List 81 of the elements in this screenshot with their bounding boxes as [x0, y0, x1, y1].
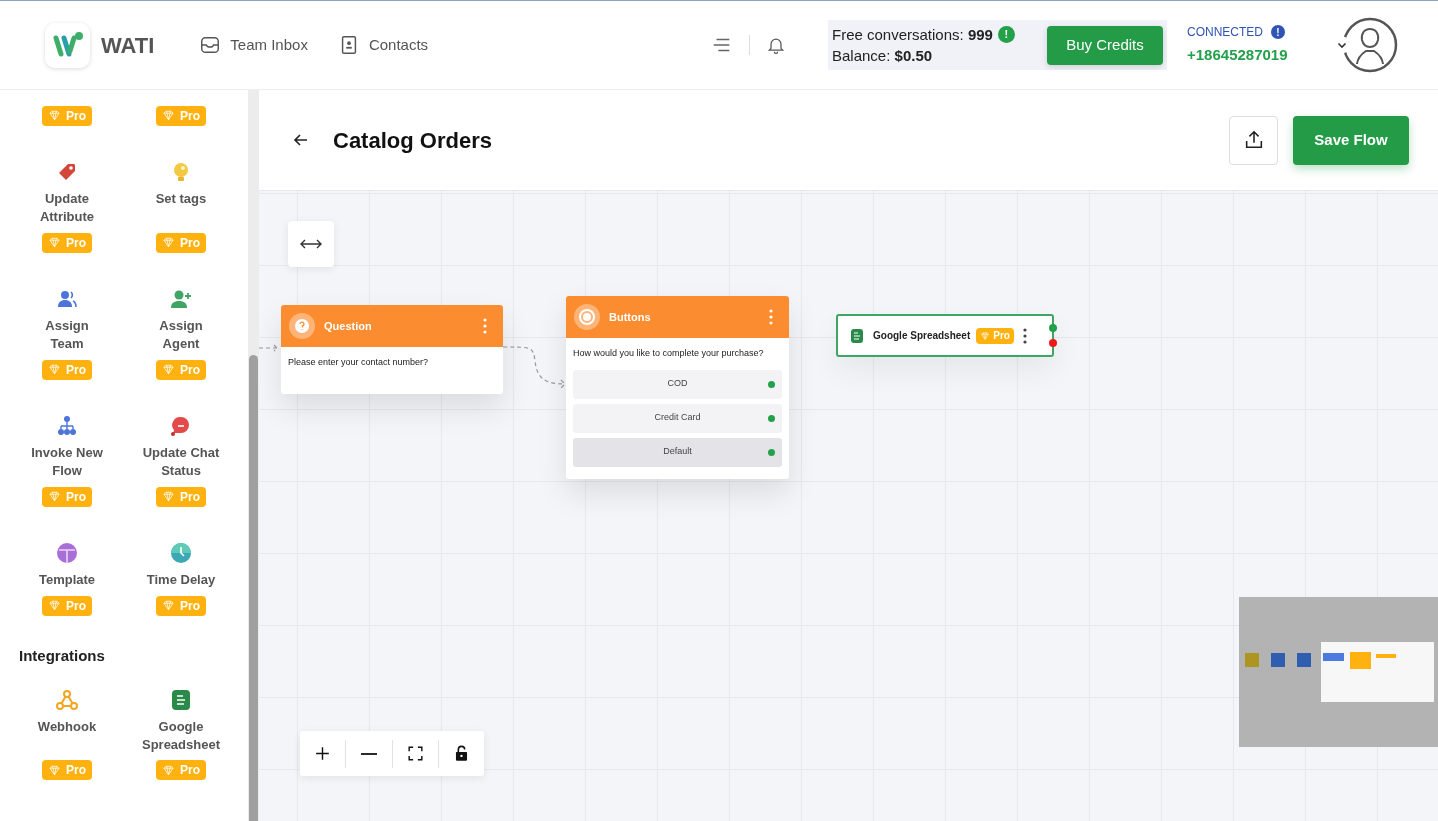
- zoom-out-icon: [360, 752, 377, 755]
- item-label: Update Chat Status: [141, 444, 221, 480]
- pro-label: Pro: [66, 597, 86, 615]
- diamond-icon: [48, 363, 61, 376]
- diamond-icon: [48, 109, 61, 122]
- diamond-icon: [980, 330, 991, 341]
- expand-button[interactable]: [288, 221, 334, 267]
- diamond-icon: [48, 236, 61, 249]
- buy-credits-button[interactable]: Buy Credits: [1047, 25, 1163, 65]
- item-label: Template: [37, 571, 97, 589]
- node-title: Buttons: [609, 309, 651, 325]
- horizontal-arrows-icon: [299, 237, 323, 251]
- nav-link[interactable]: Team Inbox: [199, 33, 308, 57]
- diamond-icon: [162, 363, 175, 376]
- pro-label: Pro: [180, 234, 200, 252]
- item-label: Invoke New Flow: [30, 444, 104, 480]
- item-label: Update Attribute: [38, 190, 96, 226]
- diamond-icon: [48, 599, 61, 612]
- section-heading: Integrations: [18, 646, 106, 666]
- save-flow-button[interactable]: Save Flow: [1293, 115, 1409, 165]
- pro-label: Pro: [180, 762, 200, 779]
- option-button[interactable]: Default: [573, 437, 782, 467]
- option-button[interactable]: Credit Card: [573, 403, 782, 433]
- pro-label: Pro: [180, 597, 200, 615]
- phone-number: +18645287019: [1187, 45, 1289, 66]
- spreadsheet-icon: [850, 327, 864, 344]
- avatar-icon[interactable]: [1342, 17, 1398, 73]
- diamond-icon: [162, 236, 175, 249]
- diamond-icon: [162, 763, 175, 777]
- node-text: How would you like to complete your purchase?: [573, 347, 765, 360]
- logo-text: WATI: [101, 31, 155, 60]
- pro-label: Pro: [66, 361, 86, 379]
- scrollbar-thumb[interactable]: [249, 355, 258, 821]
- info-badge: !: [1271, 25, 1285, 40]
- kebab-menu-icon[interactable]: [1022, 327, 1027, 344]
- flow-node[interactable]: Buttons How would you like to complete your purchase? COD Credit Card Default: [566, 296, 789, 479]
- flow-node[interactable]: Google Spreadsheet Pro: [836, 314, 1054, 357]
- pro-label: Pro: [66, 234, 86, 252]
- pro-label: Pro: [180, 361, 200, 379]
- option-label: Default: [663, 445, 692, 459]
- clock-icon[interactable]: [169, 541, 193, 565]
- diamond-icon: [162, 109, 175, 122]
- node-title: Google Spreadsheet: [873, 329, 971, 343]
- alert-badge: !: [997, 26, 1015, 43]
- question-icon: [289, 313, 315, 339]
- item-label: Set tags: [154, 190, 208, 208]
- item-label: Time Delay: [145, 571, 217, 589]
- pro-label: Pro: [180, 488, 200, 506]
- pro-label: Pro: [66, 488, 86, 506]
- option-button[interactable]: COD: [573, 369, 782, 399]
- pro-label: Pro: [66, 107, 86, 125]
- balance-text: Balance: $0.50: [832, 46, 934, 66]
- diamond-icon: [162, 599, 175, 612]
- logo-icon: [45, 22, 90, 68]
- fullscreen-icon: [405, 744, 425, 763]
- flow-node[interactable]: Question Please enter your contact number?: [281, 305, 503, 394]
- nav-link[interactable]: Contacts: [337, 33, 429, 57]
- spreadsheet-icon[interactable]: [169, 687, 193, 712]
- item-label: Assign Team: [44, 317, 90, 353]
- node-title: Question: [324, 318, 372, 334]
- node-text: Please enter your contact number?: [288, 356, 430, 369]
- hierarchy-icon[interactable]: [55, 414, 79, 438]
- item-label: Google Spreadsheet: [141, 717, 221, 754]
- free-conversations-text: Free conversations: 999: [832, 25, 993, 45]
- pro-label: Pro: [180, 107, 200, 125]
- pro-label: Pro: [66, 762, 86, 779]
- diamond-icon: [162, 490, 175, 503]
- option-label: COD: [667, 377, 688, 391]
- connector-line: [259, 344, 279, 352]
- page-title: Catalog Orders: [333, 126, 492, 155]
- radio-icon: [574, 304, 600, 330]
- diamond-icon: [48, 763, 61, 777]
- item-label: Webhook: [36, 717, 98, 736]
- connection-status: CONNECTED: [1187, 24, 1263, 42]
- template-icon[interactable]: [55, 541, 79, 565]
- option-label: Credit Card: [654, 411, 701, 425]
- upload-button[interactable]: [1229, 115, 1278, 165]
- inbox-tray-icon: [199, 34, 222, 56]
- pro-label: Pro: [993, 329, 1010, 343]
- item-label: Assign Agent: [158, 317, 204, 353]
- diamond-icon: [48, 490, 61, 503]
